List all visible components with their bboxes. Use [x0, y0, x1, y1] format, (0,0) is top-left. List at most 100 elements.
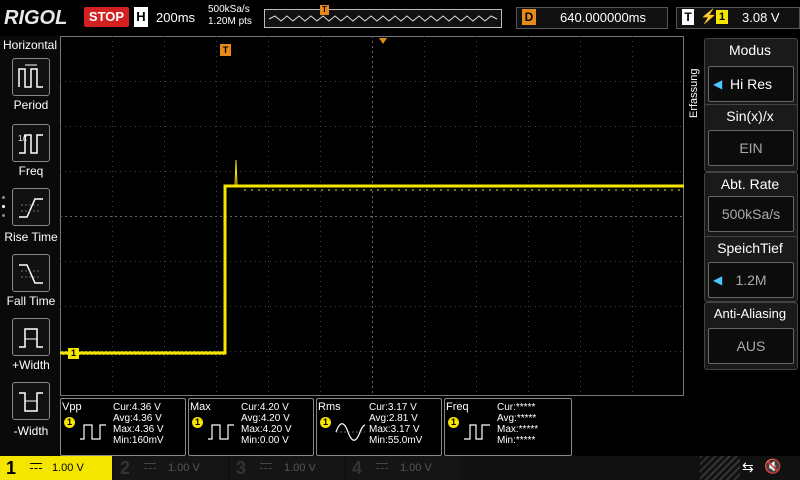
svg-text:1/t: 1/t — [18, 134, 28, 143]
mode-value: Hi Res — [729, 76, 772, 92]
memory-depth-value: 1.2M — [735, 272, 767, 288]
measurement-avg: Avg:4.20 V — [241, 413, 290, 424]
measurement-max: Max:3.17 V — [369, 424, 420, 435]
period-icon — [18, 64, 43, 88]
sample-rate-title: Abt. Rate — [720, 176, 780, 192]
rise-time-button[interactable] — [12, 188, 50, 226]
timebase-value[interactable]: 200ms — [156, 10, 195, 25]
freq-label: Freq — [18, 164, 44, 178]
scroll-dots-icon — [2, 196, 6, 226]
waveform-overview[interactable]: T — [264, 5, 502, 28]
measurement-name: Max — [190, 401, 211, 413]
measurement-name: Vpp — [62, 401, 82, 413]
measurement-cur: Cur:3.17 V — [369, 402, 417, 413]
measurement-freq[interactable]: Freq 1 Cur:***** Avg:***** Max:***** Min… — [444, 398, 572, 456]
pos-width-button[interactable] — [12, 318, 50, 356]
measurement-avg: Avg:4.36 V — [113, 413, 162, 424]
overview-trigger-marker: T — [320, 5, 329, 15]
trigger-position-marker[interactable]: T — [220, 44, 231, 56]
measurement-channel: 1 — [448, 417, 459, 428]
neg-width-label: -Width — [13, 424, 49, 438]
left-arrow-icon: ◀ — [713, 77, 723, 91]
neg-width-button[interactable] — [12, 382, 50, 420]
sample-rate-value: 500kSa/s — [708, 196, 794, 232]
speaker-mute-icon[interactable]: 🔇 — [764, 458, 781, 475]
freq-icon: 1/t — [18, 134, 43, 154]
measurement-min: Min:55.0mV — [369, 435, 423, 446]
trigger-box[interactable] — [676, 7, 800, 29]
channel-3-number: 3 — [236, 458, 247, 478]
memory-points: 1.20M pts — [208, 16, 252, 27]
rise-time-label: Rise Time — [4, 230, 58, 244]
run-stop-indicator[interactable]: STOP — [84, 7, 129, 27]
sample-rate: 500kSa/s — [208, 4, 250, 15]
graticule — [60, 36, 684, 396]
overview-wave — [268, 15, 498, 22]
waveform-display[interactable] — [60, 36, 684, 396]
timebase-label: H — [134, 7, 148, 27]
mode-value-box[interactable]: ◀ Hi Res — [708, 66, 794, 102]
rising-edge-icon: ⚡ — [700, 8, 718, 24]
mode-title: Modus — [728, 42, 772, 58]
pos-width-label: +Width — [12, 358, 50, 372]
usb-icon: ⇆ — [742, 459, 754, 475]
pos-width-icon — [19, 328, 43, 348]
freq-button[interactable]: 1/t — [12, 124, 50, 162]
max-icon — [208, 424, 234, 440]
dc-coupling-icon — [144, 463, 156, 469]
memory-depth-value-box[interactable]: ◀ 1.2M — [708, 262, 794, 298]
freq-icon — [464, 424, 490, 440]
measurement-cur: Cur:4.20 V — [241, 402, 289, 413]
anti-aliasing-title: Anti-Aliasing — [713, 306, 787, 321]
anti-aliasing-value: AUS — [708, 328, 794, 364]
dc-coupling-icon — [30, 463, 42, 469]
fall-time-icon — [19, 264, 43, 284]
measurement-min: Min:160mV — [113, 435, 164, 446]
trigger-level: 3.08 V — [742, 10, 780, 25]
sinx-title: Sin(x)/x — [726, 108, 774, 124]
trigger-label: T — [682, 9, 694, 25]
rms-sine-icon — [335, 423, 366, 441]
measurement-name: Freq — [446, 401, 469, 413]
measurement-max: Max:4.36 V — [113, 424, 164, 435]
fall-time-button[interactable] — [12, 254, 50, 292]
measurement-max[interactable]: Max 1 Cur:4.20 V Avg:4.20 V Max:4.20 V M… — [188, 398, 314, 456]
channel-1-offset-marker[interactable]: 1 — [68, 348, 79, 359]
measurement-avg: Avg:***** — [497, 413, 537, 424]
channel-4-number: 4 — [352, 458, 363, 478]
rise-time-icon — [19, 198, 43, 218]
period-label: Period — [13, 98, 49, 112]
measurement-max: Max:***** — [497, 424, 539, 435]
sample-info: 500kSa/s 1.20M pts — [208, 4, 252, 28]
acquire-menu-title-text: Erfassung — [688, 68, 700, 118]
vpp-icon — [80, 424, 106, 440]
channel-1-scale: 1.00 V — [52, 462, 84, 474]
measurement-max: Max:4.20 V — [241, 424, 292, 435]
measurement-cur: Cur:4.36 V — [113, 402, 161, 413]
channel-2-scale: 1.00 V — [168, 462, 200, 474]
measurement-min: Min:***** — [497, 435, 536, 446]
left-arrow-icon: ◀ — [713, 273, 723, 287]
measurement-vpp[interactable]: Vpp 1 Cur:4.36 V Avg:4.36 V Max:4.36 V M… — [60, 398, 186, 456]
channel-4-scale: 1.00 V — [400, 462, 432, 474]
neg-width-icon — [19, 392, 43, 412]
dc-coupling-icon — [376, 463, 388, 469]
measurement-channel: 1 — [64, 417, 75, 428]
trigger-source: 1 — [716, 10, 728, 24]
fall-time-label: Fall Time — [6, 294, 56, 308]
measurement-cur: Cur:***** — [497, 402, 536, 413]
measurement-min: Min:0.00 V — [241, 435, 289, 446]
measurement-avg: Avg:2.81 V — [369, 413, 418, 424]
measure-menu-title: Horizontal — [2, 38, 58, 52]
center-marker-icon — [379, 38, 387, 44]
acquire-menu-title: Erfassung — [686, 56, 702, 120]
channel-3-scale: 1.00 V — [284, 462, 316, 474]
measurement-rms[interactable]: Rms 1 Cur:3.17 V Avg:2.81 V Max:3.17 V M… — [316, 398, 442, 456]
delay-value: 640.000000ms — [560, 10, 647, 25]
measurement-channel: 1 — [192, 417, 203, 428]
sinx-value: EIN — [708, 130, 794, 166]
measurement-name: Rms — [318, 401, 341, 413]
status-hatch-area — [700, 456, 740, 480]
period-button[interactable] — [12, 58, 50, 96]
brand-logo: RIGOL — [4, 7, 68, 29]
